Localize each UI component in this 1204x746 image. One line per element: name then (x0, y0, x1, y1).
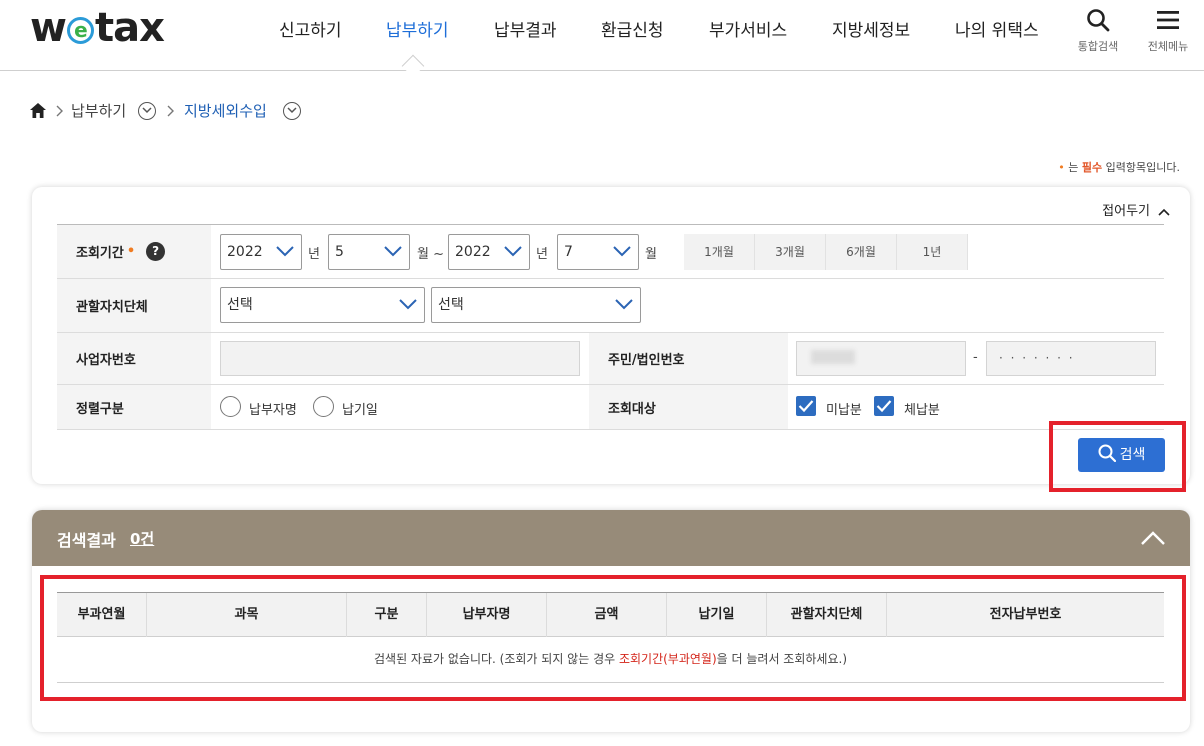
highlight-box-results (40, 575, 1186, 701)
chevron-down-icon (613, 246, 631, 257)
chevron-right-icon (56, 105, 63, 117)
search-panel: 접어두기 조회기간 • ? 2022 년 5 월 ~ 2022 년 7 월 1개… (32, 187, 1190, 484)
site-header: w e tax 신고하기 납부하기 납부결과 환급신청 부가서비스 지방세정보 나의… (0, 0, 1204, 71)
period-label: 조회기간 • ? (57, 225, 211, 278)
unit-year: 년 (308, 247, 320, 262)
highlight-box-search (1049, 421, 1186, 492)
business-no-label: 사업자번호 (57, 333, 211, 384)
target-label: 조회대상 (589, 385, 788, 429)
home-icon[interactable] (30, 103, 46, 118)
unpaid-label[interactable]: 미납분 (826, 399, 862, 418)
province-select[interactable]: 선택 (220, 287, 425, 323)
breadcrumb-level1[interactable]: 납부하기 (71, 100, 126, 121)
nav-my-wetax[interactable]: 나의 위택스 (955, 16, 1039, 41)
sort-by-payer-radio[interactable] (220, 396, 241, 417)
period-1month-button[interactable]: 1개월 (684, 234, 755, 270)
search-icon (1087, 9, 1110, 32)
from-year-select[interactable]: 2022 (220, 234, 302, 270)
chevron-up-icon (1158, 208, 1170, 216)
district-select[interactable]: 선택 (431, 287, 641, 323)
sort-by-payer-label[interactable]: 납부자명 (249, 399, 297, 418)
jurisdiction-row: 관할자치단체 선택 선택 (57, 279, 1164, 333)
business-no-input[interactable] (220, 341, 580, 376)
help-icon[interactable]: ? (146, 242, 166, 261)
fold-toggle[interactable]: 접어두기 (1102, 200, 1170, 219)
chevron-down-icon (504, 246, 522, 257)
chevron-down-icon[interactable] (283, 102, 301, 120)
to-month-select[interactable]: 7 (557, 234, 639, 270)
jurisdiction-label: 관할자치단체 (57, 279, 211, 332)
unit-year: 년 (536, 247, 548, 262)
period-3month-button[interactable]: 3개월 (755, 234, 826, 270)
nav-extra-services[interactable]: 부가서비스 (709, 16, 787, 41)
nav-report[interactable]: 신고하기 (279, 16, 342, 41)
wetax-logo[interactable]: w e tax (30, 6, 165, 50)
period-row: 조회기간 • ? 2022 년 5 월 ~ 2022 년 7 월 1개월 3개월… (57, 225, 1164, 279)
required-dot: • (126, 244, 136, 259)
nav-refund[interactable]: 환급신청 (601, 16, 664, 41)
chevron-up-icon[interactable] (1140, 530, 1166, 546)
chevron-right-icon (167, 105, 174, 117)
unit-month-range: 월 ~ (417, 247, 444, 262)
masked-value (811, 350, 855, 364)
chevron-down-icon (399, 299, 417, 310)
results-count: 0건 (130, 530, 155, 548)
nav-payment[interactable]: 납부하기 (386, 16, 449, 41)
resident-no-back-input[interactable]: · · · · · · · (986, 341, 1156, 376)
quick-period-buttons: 1개월 3개월 6개월 1년 (684, 234, 968, 270)
from-month-select[interactable]: 5 (328, 234, 410, 270)
hamburger-icon (1157, 11, 1179, 29)
resident-no-separator: - (973, 350, 978, 365)
sort-by-due-date-label[interactable]: 납기일 (342, 399, 378, 418)
overdue-checkbox[interactable] (874, 396, 894, 416)
to-year-select[interactable]: 2022 (448, 234, 530, 270)
results-title: 검색결과 (57, 531, 116, 550)
sort-target-row: 정렬구분 납부자명 납기일 조회대상 미납분 체납분 (57, 385, 1164, 430)
search-form: 조회기간 • ? 2022 년 5 월 ~ 2022 년 7 월 1개월 3개월… (57, 224, 1164, 430)
period-6month-button[interactable]: 6개월 (826, 234, 897, 270)
check-icon (798, 400, 814, 413)
resident-no-label: 주민/법인번호 (589, 333, 788, 384)
sort-label: 정렬구분 (57, 385, 211, 429)
chevron-down-icon[interactable] (138, 102, 156, 120)
resident-no-front-input[interactable] (796, 341, 966, 376)
check-icon (876, 400, 892, 413)
chevron-down-icon (384, 246, 402, 257)
results-header: 검색결과 0건 (32, 510, 1190, 566)
chevron-down-icon (276, 246, 294, 257)
period-1year-button[interactable]: 1년 (897, 234, 968, 270)
sort-by-due-date-radio[interactable] (313, 396, 334, 417)
nav-local-tax-info[interactable]: 지방세정보 (832, 16, 910, 41)
nav-payment-result[interactable]: 납부결과 (494, 16, 557, 41)
unit-month: 월 (645, 247, 657, 262)
required-field-note: • 는 필수 입력항목입니다. (1058, 161, 1180, 174)
breadcrumb-level2[interactable]: 지방세외수입 (184, 100, 267, 121)
unpaid-checkbox[interactable] (796, 396, 816, 416)
chevron-down-icon (615, 299, 633, 310)
overdue-label[interactable]: 체납분 (904, 399, 940, 418)
all-menu[interactable]: 전체메뉴 (1145, 8, 1191, 54)
id-number-row: 사업자번호 주민/법인번호 - · · · · · · · (57, 333, 1164, 385)
integrated-search[interactable]: 통합검색 (1075, 8, 1121, 54)
